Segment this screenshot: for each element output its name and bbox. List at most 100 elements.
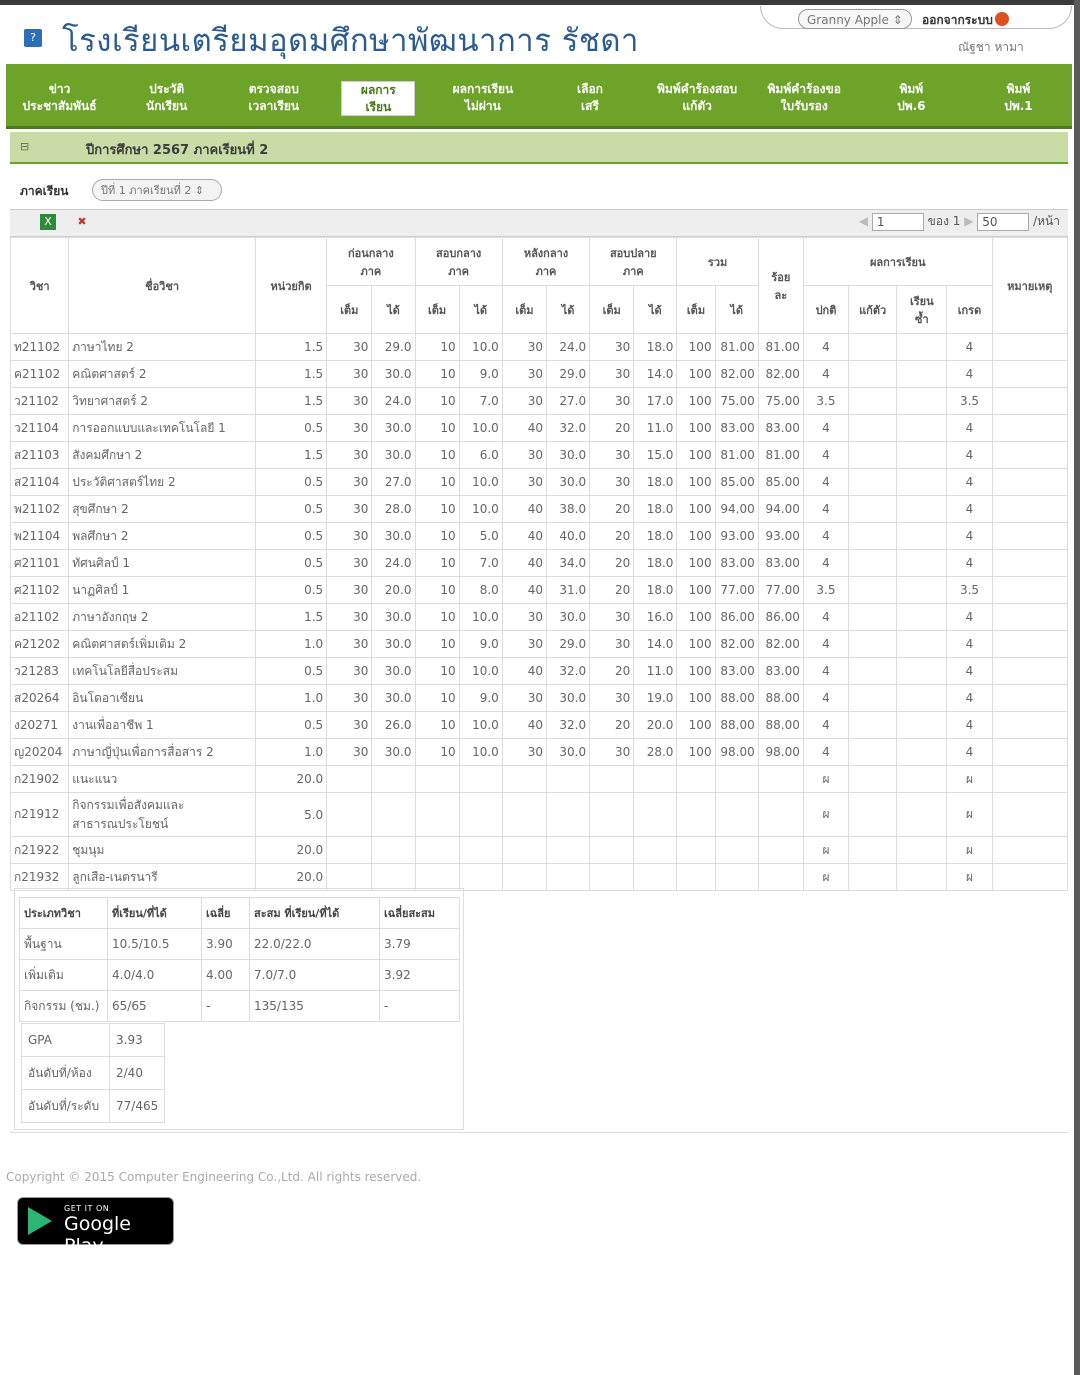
nav-item-5[interactable]: เลือก เสรี xyxy=(536,64,643,126)
nav-item-4[interactable]: ผลการเรียน ไม่ผ่าน xyxy=(429,64,536,126)
nav-item-1[interactable]: ประวัติ นักเรียน xyxy=(113,64,220,126)
header-got: ได้ xyxy=(714,285,759,334)
pdf-export-icon[interactable]: ✖ xyxy=(74,214,90,230)
nav-item-label: ตรวจสอบ xyxy=(248,82,299,96)
table-cell xyxy=(414,792,460,837)
table-cell: 30.0 xyxy=(371,738,416,766)
table-cell: 30 xyxy=(501,684,547,712)
collapse-icon[interactable]: ⊟ xyxy=(20,140,29,153)
table-cell: ผ xyxy=(802,792,850,837)
nav-item-8[interactable]: พิมพ์ ปพ.6 xyxy=(858,64,965,126)
table-cell: 30 xyxy=(326,603,373,631)
table-cell: 24.0 xyxy=(371,387,416,415)
table-cell xyxy=(991,468,1069,496)
table-cell: 10 xyxy=(414,711,460,739)
table-cell: 94.00 xyxy=(757,495,804,523)
table-cell xyxy=(757,792,804,837)
table-cell: 30 xyxy=(589,684,635,712)
header-remark: หมายเหตุ xyxy=(991,237,1069,334)
table-cell: 30 xyxy=(501,468,547,496)
nav-item-7[interactable]: พิมพ์คำร้องขอ ใบรับรอง xyxy=(751,64,858,126)
table-cell: 30 xyxy=(326,711,373,739)
school-name: โรงเรียนเตรียมอุดมศึกษาพัฒนาการ รัชดา xyxy=(62,23,639,59)
table-cell: 40 xyxy=(501,522,547,550)
table-cell xyxy=(326,836,373,864)
table-cell: 81.00 xyxy=(757,441,804,469)
table-cell: 27.0 xyxy=(371,468,416,496)
table-cell: 100 xyxy=(676,522,716,550)
per-page-input[interactable]: 50 xyxy=(977,212,1030,231)
logout-button[interactable]: ออกจากระบบ xyxy=(922,11,1009,30)
table-cell: 16.0 xyxy=(633,603,678,631)
table-cell: 10.0 xyxy=(458,738,503,766)
excel-export-icon[interactable]: X xyxy=(40,214,56,230)
table-cell: 30.0 xyxy=(371,603,416,631)
table-cell: 18.0 xyxy=(633,522,678,550)
nav-item-6[interactable]: พิมพ์คำร้องสอบ แก้ตัว xyxy=(644,64,751,126)
prev-page-icon[interactable]: ◀ xyxy=(859,214,868,228)
table-cell: 30.0 xyxy=(545,738,591,766)
header-repeat-line1: เรียน xyxy=(909,294,934,308)
page-input[interactable]: 1 xyxy=(871,212,924,231)
table-cell: 83.00 xyxy=(757,657,804,685)
table-cell: 75.00 xyxy=(714,387,759,415)
scrollbar[interactable] xyxy=(1074,0,1080,1375)
table-cell: 1.0 xyxy=(254,738,328,766)
table-cell xyxy=(757,863,804,891)
term-select[interactable]: ปีที่ 1 ภาคเรียนที่ 2 ⇕ xyxy=(92,179,222,201)
nav-item-0[interactable]: ข่าว ประชาสัมพันธ์ xyxy=(6,64,113,126)
table-cell: 30.0 xyxy=(545,468,591,496)
table-cell: 10.0 xyxy=(458,657,503,685)
table-cell: 32.0 xyxy=(545,711,591,739)
table-cell: 81.00 xyxy=(714,441,759,469)
nav-item-2[interactable]: ตรวจสอบ เวลาเรียน xyxy=(220,64,327,126)
table-cell: 40 xyxy=(501,549,547,577)
table-cell: 0.5 xyxy=(254,468,328,496)
nav-item-3[interactable]: ผลการ เรียน xyxy=(341,81,416,116)
table-cell: 5.0 xyxy=(458,522,503,550)
table-cell: 10 xyxy=(414,495,460,523)
header-pre-mid-line2: ภาค xyxy=(360,264,382,278)
table-row: ส21103 สังคมศึกษา 2 1.5 30 30.0 10 6.0 30 30.0 30… xyxy=(9,441,1069,469)
table-cell: 20 xyxy=(589,576,635,604)
table-cell xyxy=(848,495,898,523)
table-row: ว21104 การออกแบบและเทคโนโลยี 1 0.5 30 30.0 10… xyxy=(9,414,1069,442)
user-select[interactable]: Granny Apple ⇕ xyxy=(798,9,912,29)
table-cell: 11.0 xyxy=(633,657,678,685)
table-cell xyxy=(714,863,759,891)
table-cell: 10 xyxy=(414,333,460,361)
table-cell: 30 xyxy=(326,738,373,766)
table-cell xyxy=(501,863,547,891)
table-cell: คณิตศาสตร์ 2 xyxy=(68,360,256,388)
summary-panel: ประเภทวิชา ที่เรียน/ที่ได้ เฉลี่ย สะสม ที่เ… xyxy=(14,888,464,1130)
table-cell xyxy=(896,863,948,891)
table-cell xyxy=(414,863,460,891)
table-cell: 4 xyxy=(802,333,850,361)
table-cell: 20 xyxy=(589,549,635,577)
table-cell xyxy=(714,792,759,837)
table-row: ญ20204 ภาษาญี่ปุ่นเพื่อการสื่อสาร 2 1.0 30 3… xyxy=(9,738,1069,766)
table-cell: 85.00 xyxy=(714,468,759,496)
page-of-label: ของ 1 xyxy=(927,214,961,228)
header-final-line2: ภาค xyxy=(622,264,644,278)
table-cell xyxy=(896,333,948,361)
table-cell xyxy=(757,836,804,864)
table-cell xyxy=(501,765,547,793)
table-cell xyxy=(896,792,948,837)
table-cell xyxy=(991,836,1069,864)
nav-item-label: ประชาสัมพันธ์ xyxy=(22,99,97,113)
nav-item-9[interactable]: พิมพ์ ปพ.1 xyxy=(965,64,1072,126)
table-cell xyxy=(458,836,503,864)
next-page-icon[interactable]: ▶ xyxy=(964,214,973,228)
google-play-badge[interactable]: GET IT ON Google Play xyxy=(17,1197,174,1257)
table-cell xyxy=(896,738,948,766)
header-pre-mid-line1: ก่อนกลาง xyxy=(347,246,394,260)
table-cell: 24.0 xyxy=(371,549,416,577)
table-cell: 0.5 xyxy=(254,495,328,523)
header-got: ได้ xyxy=(458,285,503,334)
table-cell: 100 xyxy=(676,468,716,496)
table-cell xyxy=(848,441,898,469)
table-cell: 4 xyxy=(802,603,850,631)
header-normal: ปกติ xyxy=(802,285,850,334)
header-final-line1: สอบปลาย xyxy=(609,246,657,260)
